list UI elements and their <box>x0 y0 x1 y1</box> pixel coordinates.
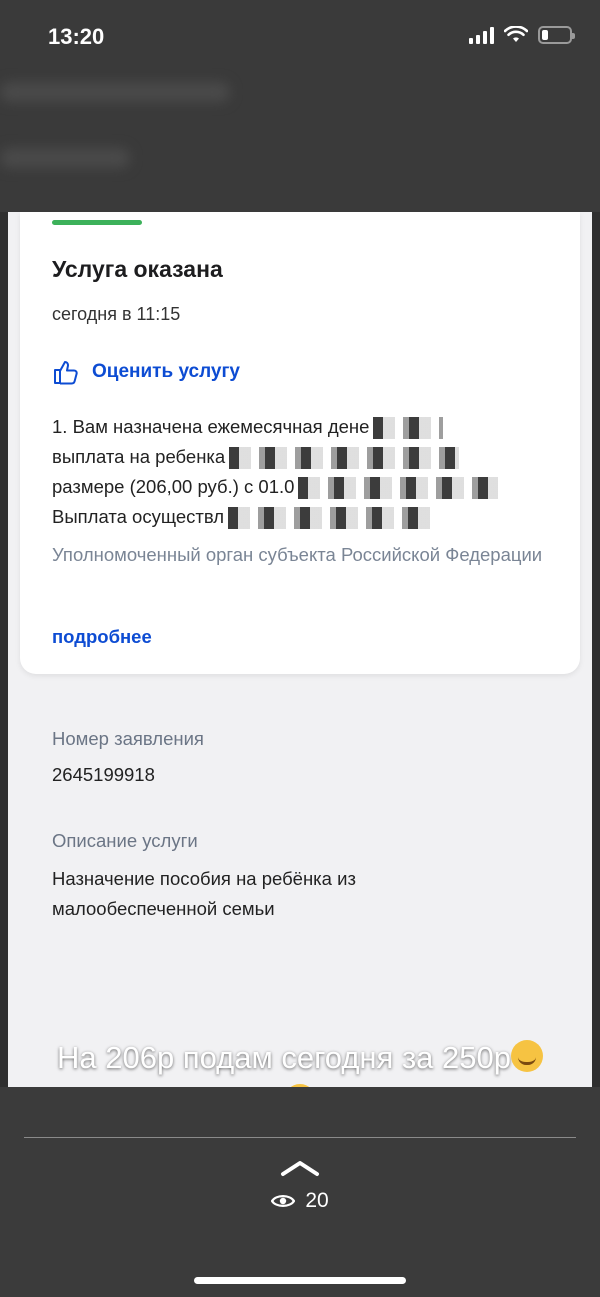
blurred-text <box>0 82 230 102</box>
service-description-value: Назначение пособия на ребёнка из малообе… <box>52 868 356 919</box>
rate-service-label: Оценить услугу <box>92 361 240 382</box>
status-time: 13:20 <box>48 24 105 49</box>
divider <box>24 1137 576 1138</box>
more-details-link[interactable]: подробнее <box>52 626 152 648</box>
wifi-icon <box>504 26 528 42</box>
relieved-face-icon <box>510 1040 543 1072</box>
card-timestamp: сегодня в 11:15 <box>52 304 181 324</box>
cellular-signal-icon <box>469 26 494 44</box>
authority-name: Уполномоченный орган субъекта Российской… <box>52 544 543 565</box>
status-icons <box>469 26 575 44</box>
blurred-text <box>0 148 130 168</box>
status-progress-bar <box>52 220 142 225</box>
service-screenshot: Услуга оказана сегодня в 11:15 Оценить у… <box>8 212 592 1087</box>
message-line: Выплата осуществл <box>52 502 562 532</box>
card-title: Услуга оказана <box>52 256 223 282</box>
message-line: выплата на ребенка <box>52 442 562 472</box>
thumbs-up-icon <box>54 361 78 385</box>
censored-block <box>229 447 460 470</box>
censored-block <box>298 477 499 500</box>
home-indicator[interactable] <box>194 1277 406 1284</box>
application-number-value: 2645199918 <box>52 764 155 785</box>
censored-block <box>228 507 439 530</box>
battery-icon <box>538 26 575 44</box>
censored-block <box>373 417 444 440</box>
eye-icon <box>271 1195 296 1207</box>
service-status-card: Услуга оказана сегодня в 11:15 Оценить у… <box>20 212 580 674</box>
chevron-up-icon[interactable] <box>280 1159 320 1177</box>
message-line: размере (206,00 руб.) с 01.0 <box>52 472 562 502</box>
message-line: 1. Вам назначена ежемесячная дене <box>52 412 562 442</box>
caption-text: На 206р подам сегодня за 250р <box>57 1040 511 1075</box>
service-message: 1. Вам назначена ежемесячная дене выплат… <box>52 412 562 532</box>
views-counter[interactable]: 20 <box>0 1189 600 1213</box>
service-description-label: Описание услуги <box>52 830 198 851</box>
views-count: 20 <box>305 1189 329 1212</box>
application-number-label: Номер заявления <box>52 728 204 749</box>
story-footer: 20 <box>0 1087 600 1297</box>
rate-service-button[interactable]: Оценить услугу <box>52 358 240 386</box>
blurred-header: 13:20 <box>0 0 600 212</box>
